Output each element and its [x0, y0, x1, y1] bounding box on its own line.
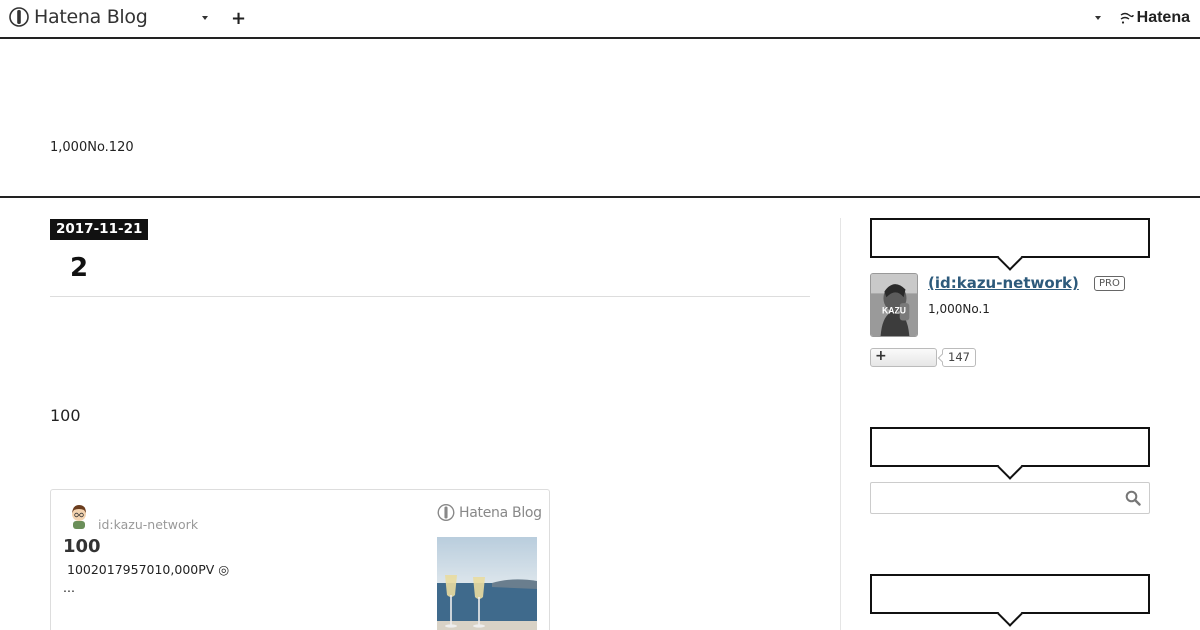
- author-avatar-icon: [72, 505, 86, 529]
- follower-count[interactable]: 147: [942, 348, 976, 367]
- profile-name-link[interactable]: (id:kazu-network): [928, 274, 1079, 292]
- embed-thumbnail-image: [437, 537, 537, 630]
- blog-description: 1,000No.120: [50, 140, 134, 155]
- embed-summary: 1002017957010,000PV ◎: [67, 562, 230, 577]
- hatena-brand-text: Hatena: [1136, 9, 1190, 26]
- hatena-blog-logo-icon: [437, 504, 455, 521]
- embed-logo-text: Hatena Blog: [459, 504, 542, 521]
- hatena-blog-logo-icon: [9, 7, 29, 27]
- follow-button[interactable]: +: [870, 348, 937, 367]
- embed-summary-ellipsis: ...: [63, 580, 75, 595]
- follow-plus-icon: +: [875, 348, 887, 364]
- embed-title[interactable]: 100: [63, 536, 101, 557]
- search-icon[interactable]: [1125, 490, 1141, 506]
- follow-row: + 147: [870, 348, 976, 367]
- pro-badge[interactable]: PRO: [1094, 276, 1125, 291]
- sidebar-divider: [840, 218, 841, 630]
- entry-body-text: 100: [50, 406, 81, 425]
- profile-description: 1,000No.1: [928, 302, 990, 316]
- create-plus-button[interactable]: +: [231, 8, 246, 29]
- profile-module: KAZU (id:kazu-network) PRO 1,000No.1: [870, 273, 1150, 343]
- logo-text: Hatena Blog: [34, 6, 148, 28]
- hatena-blog-logo[interactable]: Hatena Blog: [9, 6, 148, 28]
- sidebar: KAZU (id:kazu-network) PRO 1,000No.1 + 1…: [870, 218, 1150, 614]
- main-content: 2017-11-21 2 100 id:kazu-network Hatena …: [50, 218, 810, 630]
- embedded-blog-card[interactable]: id:kazu-network Hatena Blog 100 10020179…: [50, 489, 550, 630]
- profile-module-header: [870, 218, 1150, 258]
- search-module-header: [870, 427, 1150, 467]
- menu-caret-down-icon[interactable]: [202, 16, 208, 20]
- blog-header: 1,000No.120: [0, 39, 1200, 198]
- entry-title[interactable]: 2: [70, 253, 88, 283]
- profile-avatar[interactable]: KAZU: [870, 273, 918, 337]
- search-input[interactable]: [871, 483, 1121, 513]
- embed-hatena-blog-logo: Hatena Blog: [437, 503, 542, 522]
- entry-date[interactable]: 2017-11-21: [50, 219, 149, 240]
- search-box: [870, 482, 1150, 514]
- user-menu-caret-down-icon[interactable]: [1095, 16, 1101, 20]
- hatena-brand-link[interactable]: Hatena: [1120, 9, 1190, 27]
- embed-author-id[interactable]: id:kazu-network: [98, 517, 198, 532]
- svg-text:KAZU: KAZU: [882, 306, 906, 316]
- hatena-logo-icon: [1120, 12, 1134, 24]
- global-header: Hatena Blog + Hatena: [0, 0, 1200, 39]
- next-module-header: [870, 574, 1150, 614]
- title-divider: [50, 296, 810, 297]
